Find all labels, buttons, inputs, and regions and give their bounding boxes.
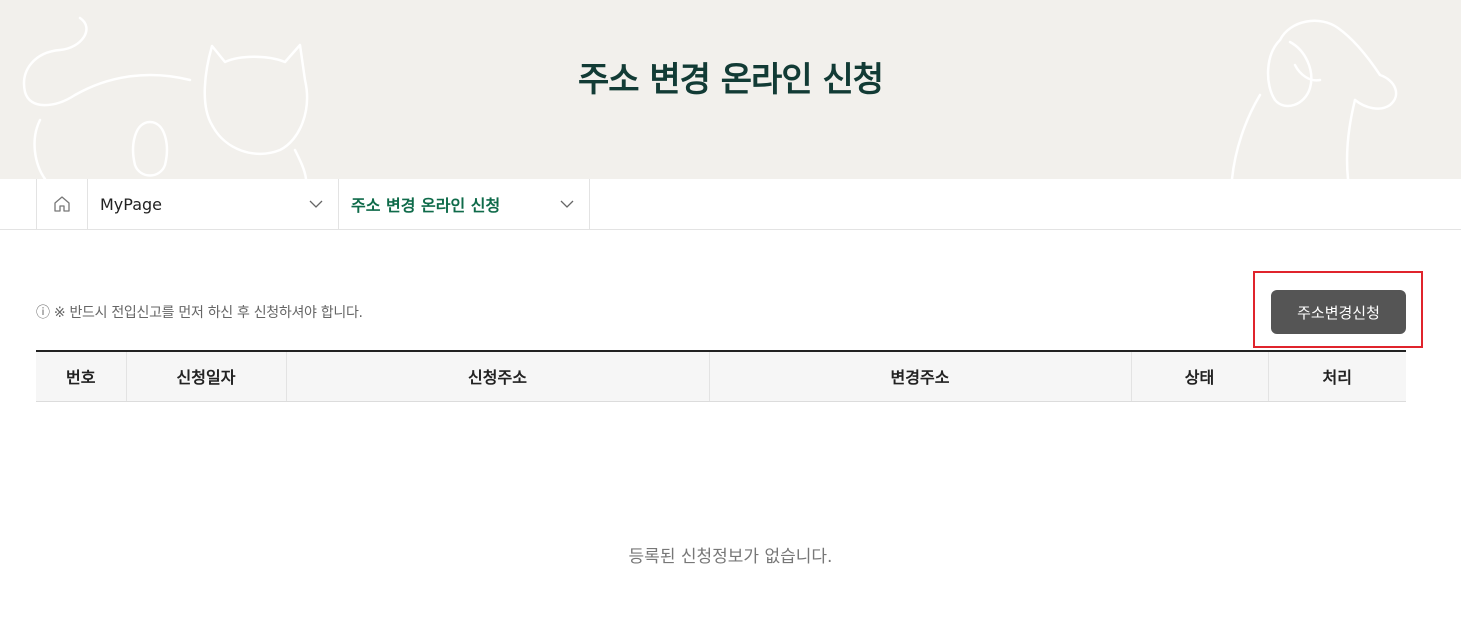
breadcrumb: MyPage 주소 변경 온라인 신청	[0, 179, 1461, 230]
home-button[interactable]	[36, 179, 88, 229]
column-header: 변경주소	[708, 350, 1131, 402]
breadcrumb-label: 주소 변경 온라인 신청	[351, 196, 501, 215]
application-table: 번호 신청일자 신청주소 변경주소 상태 처리	[36, 350, 1406, 402]
chevron-down-icon	[560, 200, 574, 208]
empty-state-text: 등록된 신청정보가 없습니다.	[628, 547, 833, 567]
table-header-row: 번호 신청일자 신청주소 변경주소 상태 처리	[36, 350, 1406, 402]
breadcrumb-dropdown-current[interactable]: 주소 변경 온라인 신청	[339, 179, 590, 229]
notice-message: ※ 반드시 전입신고를 먼저 하신 후 신청하셔야 합니다.	[53, 305, 363, 321]
page-title: 주소 변경 온라인 신청	[577, 60, 884, 100]
column-header: 상태	[1130, 350, 1268, 402]
breadcrumb-dropdown-mypage[interactable]: MyPage	[88, 179, 339, 229]
address-change-apply-button[interactable]: 주소변경신청	[1271, 290, 1406, 334]
chevron-down-icon	[309, 200, 323, 208]
column-header: 신청일자	[125, 350, 286, 402]
column-header: 번호	[36, 350, 126, 402]
notice-text: ⓘ ※ 반드시 전입신고를 먼저 하신 후 신청하셔야 합니다.	[36, 302, 363, 322]
home-icon	[54, 196, 70, 212]
info-icon: ⓘ	[36, 305, 50, 321]
column-header: 신청주소	[285, 350, 709, 402]
column-header: 처리	[1267, 350, 1406, 402]
breadcrumb-label: MyPage	[100, 194, 163, 214]
page-header: 주소 변경 온라인 신청	[0, 0, 1461, 179]
